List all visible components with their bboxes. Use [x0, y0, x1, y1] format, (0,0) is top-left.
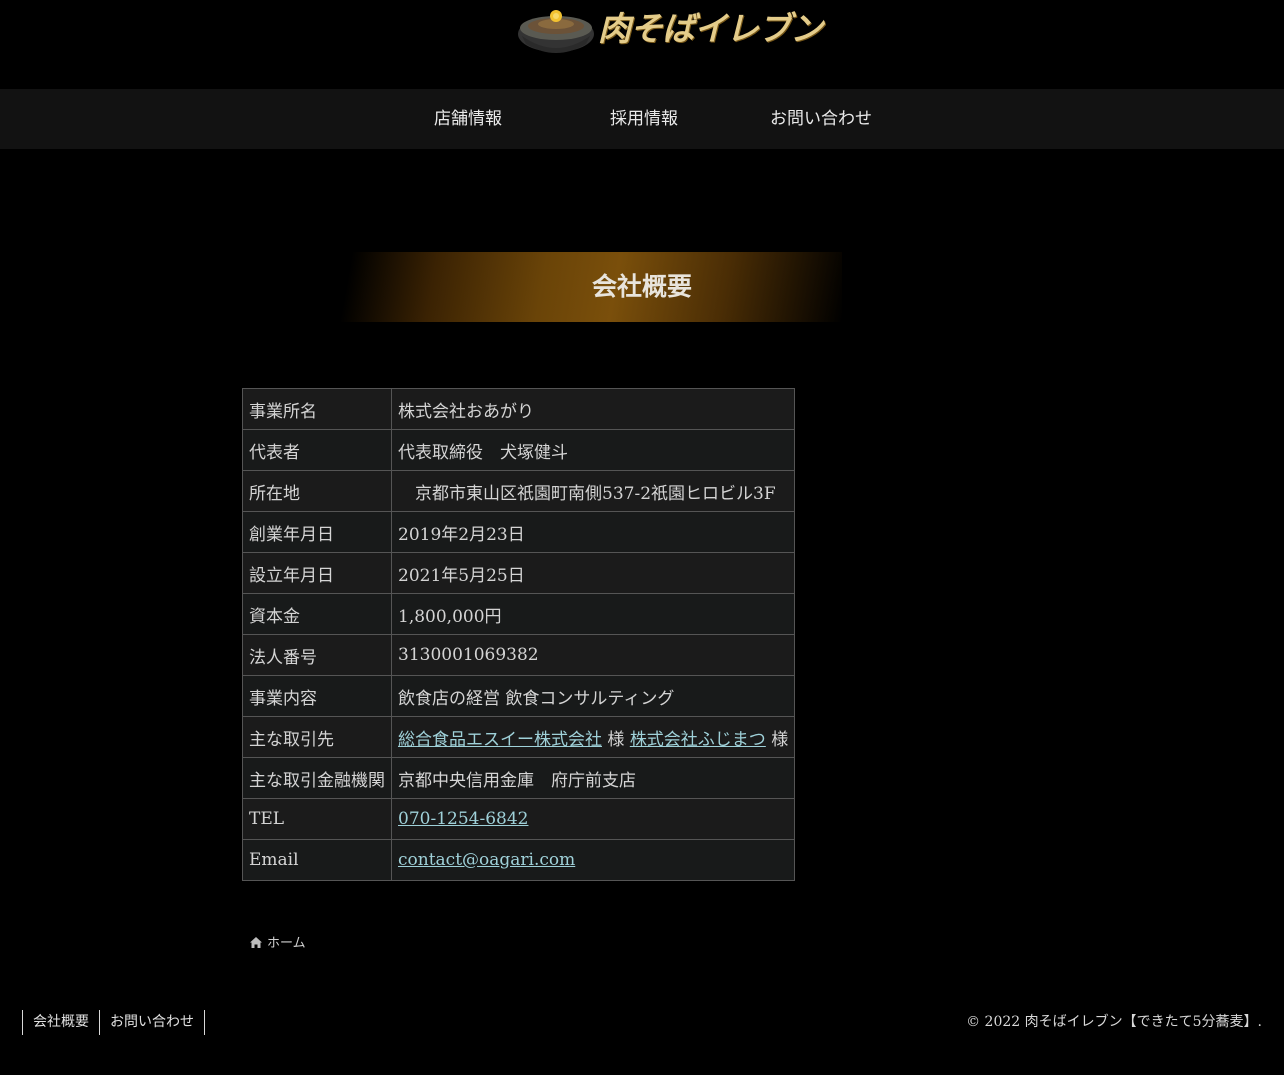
row-label: 資本金 — [242, 593, 392, 635]
row-label: 主な取引先 — [242, 716, 392, 758]
row-label: 法人番号 — [242, 634, 392, 676]
table-row: 代表者 代表取締役 犬塚健斗 — [242, 429, 796, 471]
logo-text: 肉そばイレブン — [598, 9, 823, 48]
soba-bowl-icon — [518, 10, 594, 53]
row-value: 総合食品エスイー株式会社 様 株式会社ふじまつ 様 — [390, 716, 796, 758]
row-value: 1,800,000円 — [390, 593, 796, 635]
row-value: 京都市東山区祇園町南側537-2祇園ヒロビル3F — [390, 470, 796, 512]
row-value: 3130001069382 — [390, 634, 796, 676]
row-label: 主な取引金融機関 — [242, 757, 392, 799]
footer-nav: 会社概要 お問い合わせ — [22, 1010, 205, 1035]
table-row: 設立年月日 2021年5月25日 — [242, 552, 796, 594]
row-value: contact@oagari.com — [390, 839, 796, 881]
nav-item-recruit[interactable]: 採用情報 — [610, 89, 678, 149]
global-nav: 店舗情報 採用情報 お問い合わせ — [0, 89, 1284, 149]
row-label: 代表者 — [242, 429, 392, 471]
table-row: 所在地 京都市東山区祇園町南側537-2祇園ヒロビル3F — [242, 470, 796, 512]
breadcrumb: ホーム — [250, 932, 306, 951]
site-logo[interactable]: 肉そばイレブン — [512, 0, 823, 62]
row-value: 代表取締役 犬塚健斗 — [390, 429, 796, 471]
table-row: 主な取引先 総合食品エスイー株式会社 様 株式会社ふじまつ 様 — [242, 716, 796, 758]
table-row: 事業内容 飲食店の経営 飲食コンサルティング — [242, 675, 796, 717]
table-row: 主な取引金融機関 京都中央信用金庫 府庁前支店 — [242, 757, 796, 799]
nav-item-stores[interactable]: 店舗情報 — [434, 89, 502, 149]
honorific-text: 様 — [765, 729, 789, 750]
row-value: 070-1254-6842 — [390, 798, 796, 840]
email-link[interactable]: contact@oagari.com — [398, 850, 575, 870]
row-value: 株式会社おあがり — [390, 388, 796, 430]
nav-item-contact[interactable]: お問い合わせ — [770, 89, 872, 149]
company-info-table: 事業所名 株式会社おあがり 代表者 代表取締役 犬塚健斗 所在地 京都市東山区祇… — [242, 388, 796, 881]
row-value: 2021年5月25日 — [390, 552, 796, 594]
table-row: TEL 070-1254-6842 — [242, 798, 796, 840]
row-label: 創業年月日 — [242, 511, 392, 553]
row-label: TEL — [242, 798, 392, 840]
footer-link-contact[interactable]: お問い合わせ — [100, 1010, 205, 1035]
page-title: 会社概要 — [591, 272, 692, 301]
breadcrumb-home-link[interactable]: ホーム — [267, 936, 306, 951]
table-row: 法人番号 3130001069382 — [242, 634, 796, 676]
row-value: 京都中央信用金庫 府庁前支店 — [390, 757, 796, 799]
partner-link-fujimatsu[interactable]: 株式会社ふじまつ — [630, 730, 766, 750]
row-label: 設立年月日 — [242, 552, 392, 594]
page: 肉そばイレブン 店舗情報 採用情報 お問い合わせ 会社概要 事業所名 株式会社お… — [0, 0, 1284, 1075]
honorific-text: 様 — [602, 729, 630, 750]
row-value: 飲食店の経営 飲食コンサルティング — [390, 675, 796, 717]
row-value: 2019年2月23日 — [390, 511, 796, 553]
row-label: 所在地 — [242, 470, 392, 512]
tel-link[interactable]: 070-1254-6842 — [398, 809, 528, 829]
table-row: 事業所名 株式会社おあがり — [242, 388, 796, 430]
table-row: 資本金 1,800,000円 — [242, 593, 796, 635]
table-row: 創業年月日 2019年2月23日 — [242, 511, 796, 553]
table-row: Email contact@oagari.com — [242, 839, 796, 881]
row-label: 事業内容 — [242, 675, 392, 717]
partner-link-sogo-shokuhin[interactable]: 総合食品エスイー株式会社 — [398, 730, 602, 750]
footer-link-company[interactable]: 会社概要 — [23, 1010, 100, 1035]
row-label: Email — [242, 839, 392, 881]
copyright-text: © 2022 肉そばイレブン【できたて5分蕎麦】. — [966, 1014, 1262, 1030]
row-label: 事業所名 — [242, 388, 392, 430]
home-icon — [250, 937, 262, 948]
